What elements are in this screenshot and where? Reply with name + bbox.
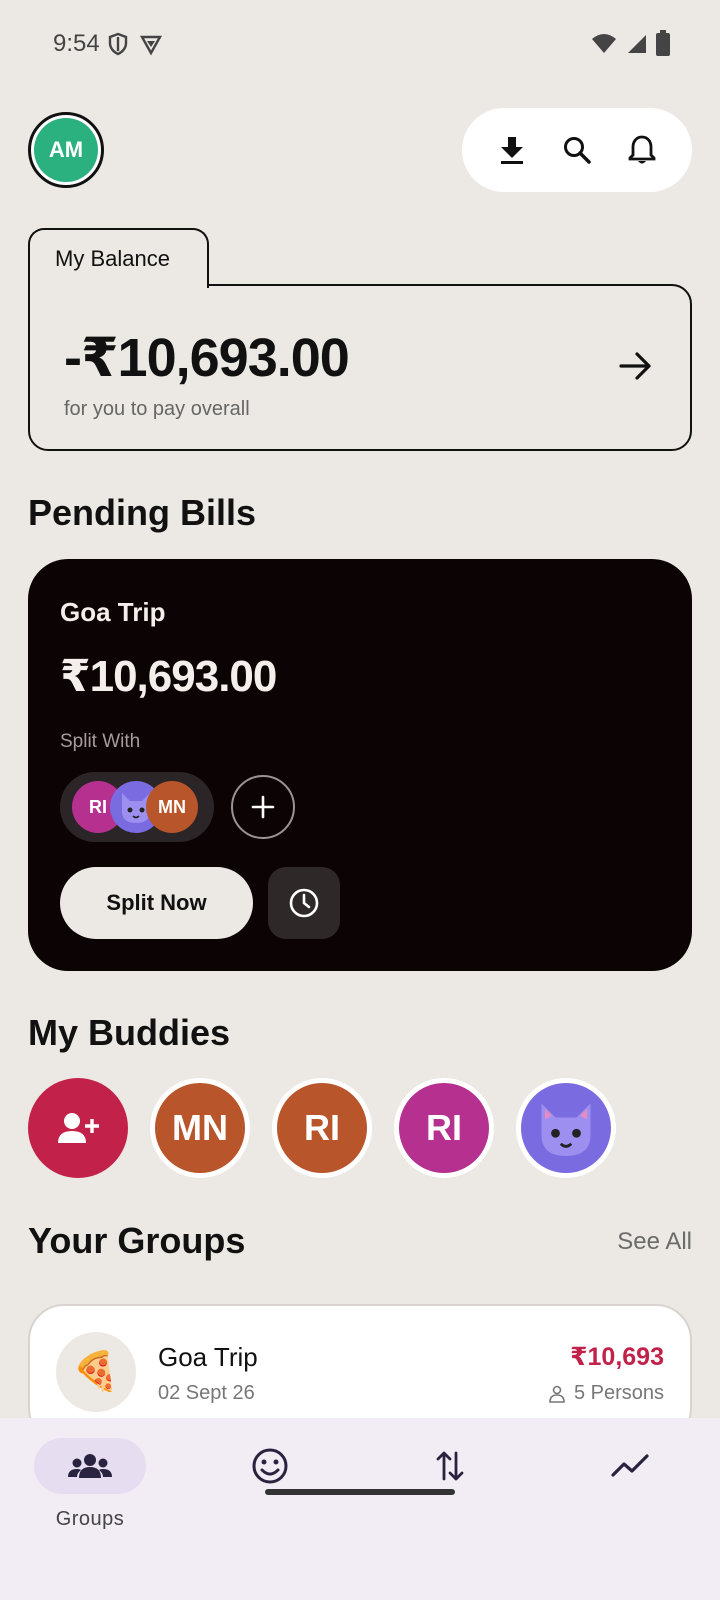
my-buddies-title: My Buddies xyxy=(28,1012,231,1053)
nav-buddies-pill xyxy=(214,1438,326,1494)
add-member-button[interactable] xyxy=(231,775,295,839)
signal-icon xyxy=(628,35,646,53)
bottom-nav: Groups xyxy=(0,1418,720,1600)
bell-icon xyxy=(628,135,656,164)
status-time: 9:54 xyxy=(53,30,100,57)
group-date: 02 Sept 26 xyxy=(158,1382,255,1404)
search-button[interactable] xyxy=(553,126,601,174)
group-amount: ₹10,693 xyxy=(570,1343,664,1371)
nav-transactions-pill xyxy=(394,1438,506,1494)
clock-icon xyxy=(289,888,319,918)
buddy-avatar[interactable]: MN xyxy=(150,1078,250,1178)
split-members[interactable]: RI MN xyxy=(60,772,214,842)
add-person-icon xyxy=(58,1113,99,1143)
pending-bills-title: Pending Bills xyxy=(28,492,257,533)
add-buddy-button[interactable] xyxy=(28,1078,128,1178)
persons-count: 5 Persons xyxy=(573,1382,664,1404)
nav-analytics[interactable] xyxy=(550,1438,710,1548)
nav-analytics-pill xyxy=(574,1438,686,1494)
swap-vertical-icon xyxy=(436,1451,464,1481)
bill-amount: ₹10,693.00 xyxy=(60,652,277,701)
pending-bill-card[interactable]: Goa Trip ₹10,693.00 Split With RI MN Spl… xyxy=(28,559,692,971)
your-groups-title: Your Groups xyxy=(28,1220,246,1261)
header-actions xyxy=(462,108,692,192)
split-now-button[interactable]: Split Now xyxy=(60,867,253,939)
group-persons: 5 Persons xyxy=(548,1382,664,1405)
download-icon xyxy=(501,137,524,164)
buddy-avatar[interactable]: RI xyxy=(272,1078,372,1178)
nav-groups-label: Groups xyxy=(55,1508,125,1530)
plus-icon xyxy=(251,795,275,819)
bill-name: Goa Trip xyxy=(60,597,166,627)
person-icon xyxy=(549,1385,565,1403)
balance-card[interactable]: -₹10,693.00 for you to pay overall xyxy=(28,284,692,451)
split-with-label: Split With xyxy=(60,731,141,752)
nav-groups[interactable]: Groups xyxy=(10,1438,170,1548)
battery-icon xyxy=(656,30,670,56)
vpn-icon xyxy=(139,35,163,56)
see-all-link[interactable]: See All xyxy=(617,1228,692,1256)
avatar-initials: AM xyxy=(34,118,98,182)
trending-icon xyxy=(611,1454,649,1477)
user-avatar[interactable]: AM xyxy=(28,112,104,188)
nav-groups-pill xyxy=(34,1438,146,1494)
pizza-icon: 🍕 xyxy=(56,1332,136,1412)
member-avatar: MN xyxy=(146,781,198,833)
groups-icon xyxy=(68,1454,112,1478)
wifi-icon xyxy=(592,34,616,53)
status-bar: 9:54 xyxy=(0,0,720,92)
arrow-right-icon[interactable] xyxy=(618,348,654,384)
buddy-cat-avatar[interactable] xyxy=(516,1078,616,1178)
status-icons-left xyxy=(107,32,163,56)
balance-amount: -₹10,693.00 xyxy=(64,328,350,388)
shield-icon xyxy=(108,32,128,56)
notifications-button[interactable] xyxy=(618,126,666,174)
home-indicator[interactable] xyxy=(265,1489,455,1495)
group-name: Goa Trip xyxy=(158,1342,258,1372)
history-button[interactable] xyxy=(268,867,340,939)
cat-icon xyxy=(541,1103,591,1156)
search-icon xyxy=(563,137,591,164)
buddy-avatar[interactable]: RI xyxy=(394,1078,494,1178)
download-button[interactable] xyxy=(488,126,536,174)
smiley-icon xyxy=(252,1448,288,1484)
balance-tab: My Balance xyxy=(28,228,209,288)
balance-subtitle: for you to pay overall xyxy=(64,398,250,420)
status-icons-right xyxy=(590,30,670,56)
